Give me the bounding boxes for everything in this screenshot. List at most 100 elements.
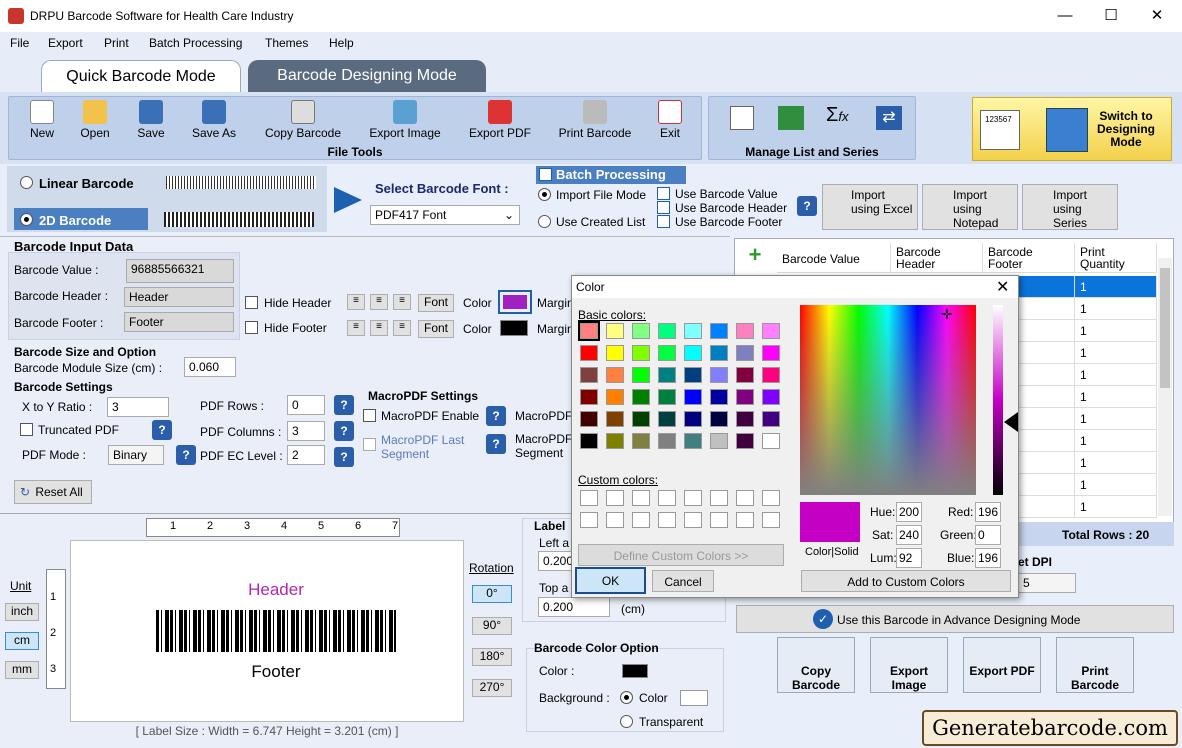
menu-themes[interactable]: Themes	[265, 36, 308, 50]
basic-color-swatch[interactable]	[762, 411, 780, 427]
basic-color-swatch[interactable]	[762, 345, 780, 361]
basic-color-swatch[interactable]	[736, 345, 754, 361]
use-value-checkbox[interactable]	[657, 187, 670, 200]
basic-color-swatch[interactable]	[684, 389, 702, 405]
basic-color-swatch[interactable]	[710, 433, 728, 449]
custom-color-swatch[interactable]	[710, 490, 728, 506]
custom-color-swatch[interactable]	[606, 490, 624, 506]
new-button[interactable]: New	[22, 100, 62, 140]
basic-color-swatch[interactable]	[578, 321, 600, 341]
batch-checkbox[interactable]	[539, 168, 552, 181]
hue-sat-spectrum[interactable]	[800, 305, 976, 495]
footer-field[interactable]: Footer	[124, 312, 234, 332]
basic-color-swatch[interactable]	[606, 411, 624, 427]
basic-color-swatch[interactable]	[658, 411, 676, 427]
menu-export[interactable]: Export	[48, 36, 83, 50]
basic-color-swatch[interactable]	[658, 345, 676, 361]
custom-color-swatch[interactable]	[762, 490, 780, 506]
import-series-button[interactable]: Import using Series	[1022, 184, 1118, 230]
font-select[interactable]: PDF417 Font ⌄	[370, 205, 520, 225]
rows-input[interactable]: 0	[287, 395, 325, 415]
basic-color-swatch[interactable]	[606, 367, 624, 383]
basic-color-swatch[interactable]	[658, 433, 676, 449]
hue-input[interactable]: 200	[896, 502, 922, 522]
menu-print[interactable]: Print	[104, 36, 129, 50]
module-input[interactable]: 0.060	[184, 357, 236, 377]
hide-header-checkbox[interactable]	[245, 296, 258, 309]
custom-color-swatch[interactable]	[658, 512, 676, 528]
top-input[interactable]: 0.200	[538, 597, 610, 617]
basic-color-swatch[interactable]	[762, 323, 780, 339]
basic-color-swatch[interactable]	[632, 323, 650, 339]
twod-radio[interactable]	[20, 213, 33, 226]
exit-button[interactable]: Exit	[652, 100, 688, 140]
add-custom-button[interactable]: Add to Custom Colors	[801, 570, 1011, 592]
truncated-checkbox[interactable]	[20, 423, 33, 436]
footer-color-swatch[interactable]	[500, 320, 528, 336]
basic-color-swatch[interactable]	[710, 345, 728, 361]
custom-color-swatch[interactable]	[632, 512, 650, 528]
align-left-icon[interactable]: ≡	[347, 294, 365, 310]
basic-color-swatch[interactable]	[580, 367, 598, 383]
luminance-pointer-icon[interactable]	[1004, 412, 1018, 432]
use-header-checkbox[interactable]	[657, 201, 670, 214]
tab-designing-mode[interactable]: Barcode Designing Mode	[248, 60, 486, 92]
basic-color-swatch[interactable]	[684, 367, 702, 383]
luminance-slider[interactable]	[993, 305, 1003, 495]
blue-input[interactable]: 196	[975, 548, 1001, 568]
header-field[interactable]: Header	[124, 287, 234, 307]
red-input[interactable]: 196	[975, 502, 1001, 522]
mode-select[interactable]: Binary	[108, 445, 164, 465]
value-field[interactable]: 96885566321	[126, 259, 234, 283]
basic-color-swatch[interactable]	[658, 323, 676, 339]
basic-color-swatch[interactable]	[580, 411, 598, 427]
rotate-0-button[interactable]: 0°	[472, 585, 512, 603]
basic-color-swatch[interactable]	[606, 345, 624, 361]
basic-color-swatch[interactable]	[606, 433, 624, 449]
ok-button[interactable]: OK	[575, 567, 646, 594]
custom-color-swatch[interactable]	[580, 490, 598, 506]
rows-help-icon[interactable]: ?	[334, 395, 354, 415]
unit-cm-button[interactable]: cm	[5, 632, 39, 650]
linear-radio[interactable]	[20, 176, 33, 192]
barcode-color-swatch[interactable]	[622, 664, 648, 678]
custom-color-swatch[interactable]	[710, 512, 728, 528]
copy-barcode-bottom-button[interactable]: Copy Barcode	[777, 637, 855, 693]
export-image-button[interactable]: Export Image	[362, 100, 448, 140]
menu-file[interactable]: File	[10, 36, 29, 50]
footer-align-left-icon[interactable]: ≡	[347, 320, 365, 336]
basic-color-swatch[interactable]	[710, 323, 728, 339]
define-custom-button[interactable]: Define Custom Colors >>	[578, 544, 784, 566]
footer-align-right-icon[interactable]: ≡	[393, 320, 411, 336]
custom-color-swatch[interactable]	[632, 490, 650, 506]
tab-quick-mode[interactable]: Quick Barcode Mode	[41, 60, 241, 92]
save-as-button[interactable]: Save As	[188, 100, 240, 140]
mode-help-icon[interactable]: ?	[176, 445, 196, 465]
reset-all-button[interactable]: ↻ Reset All	[14, 480, 92, 504]
ec-help-icon[interactable]: ?	[334, 447, 354, 467]
basic-color-swatch[interactable]	[736, 367, 754, 383]
cancel-button[interactable]: Cancel	[652, 570, 714, 592]
header-color-swatch[interactable]	[498, 290, 532, 314]
basic-color-swatch[interactable]	[684, 411, 702, 427]
basic-color-swatch[interactable]	[710, 411, 728, 427]
basic-color-swatch[interactable]	[736, 433, 754, 449]
basic-color-swatch[interactable]	[632, 367, 650, 383]
bg-color-swatch[interactable]	[680, 690, 708, 706]
truncated-help-icon[interactable]: ?	[152, 420, 172, 440]
basic-color-swatch[interactable]	[762, 433, 780, 449]
basic-color-swatch[interactable]	[762, 367, 780, 383]
save-button[interactable]: Save	[130, 100, 172, 140]
custom-color-swatch[interactable]	[762, 512, 780, 528]
rotate-180-button[interactable]: 180°	[472, 648, 512, 666]
align-right-icon[interactable]: ≡	[393, 294, 411, 310]
maximize-button[interactable]: ☐	[1088, 4, 1134, 28]
use-footer-checkbox[interactable]	[657, 215, 670, 228]
created-list-radio[interactable]	[538, 215, 551, 228]
export-pdf-button[interactable]: Export PDF	[464, 100, 536, 140]
custom-color-swatch[interactable]	[658, 490, 676, 506]
custom-color-swatch[interactable]	[736, 512, 754, 528]
edit-list-icon[interactable]	[730, 106, 754, 130]
basic-color-swatch[interactable]	[710, 367, 728, 383]
bg-color-radio[interactable]	[620, 691, 633, 704]
